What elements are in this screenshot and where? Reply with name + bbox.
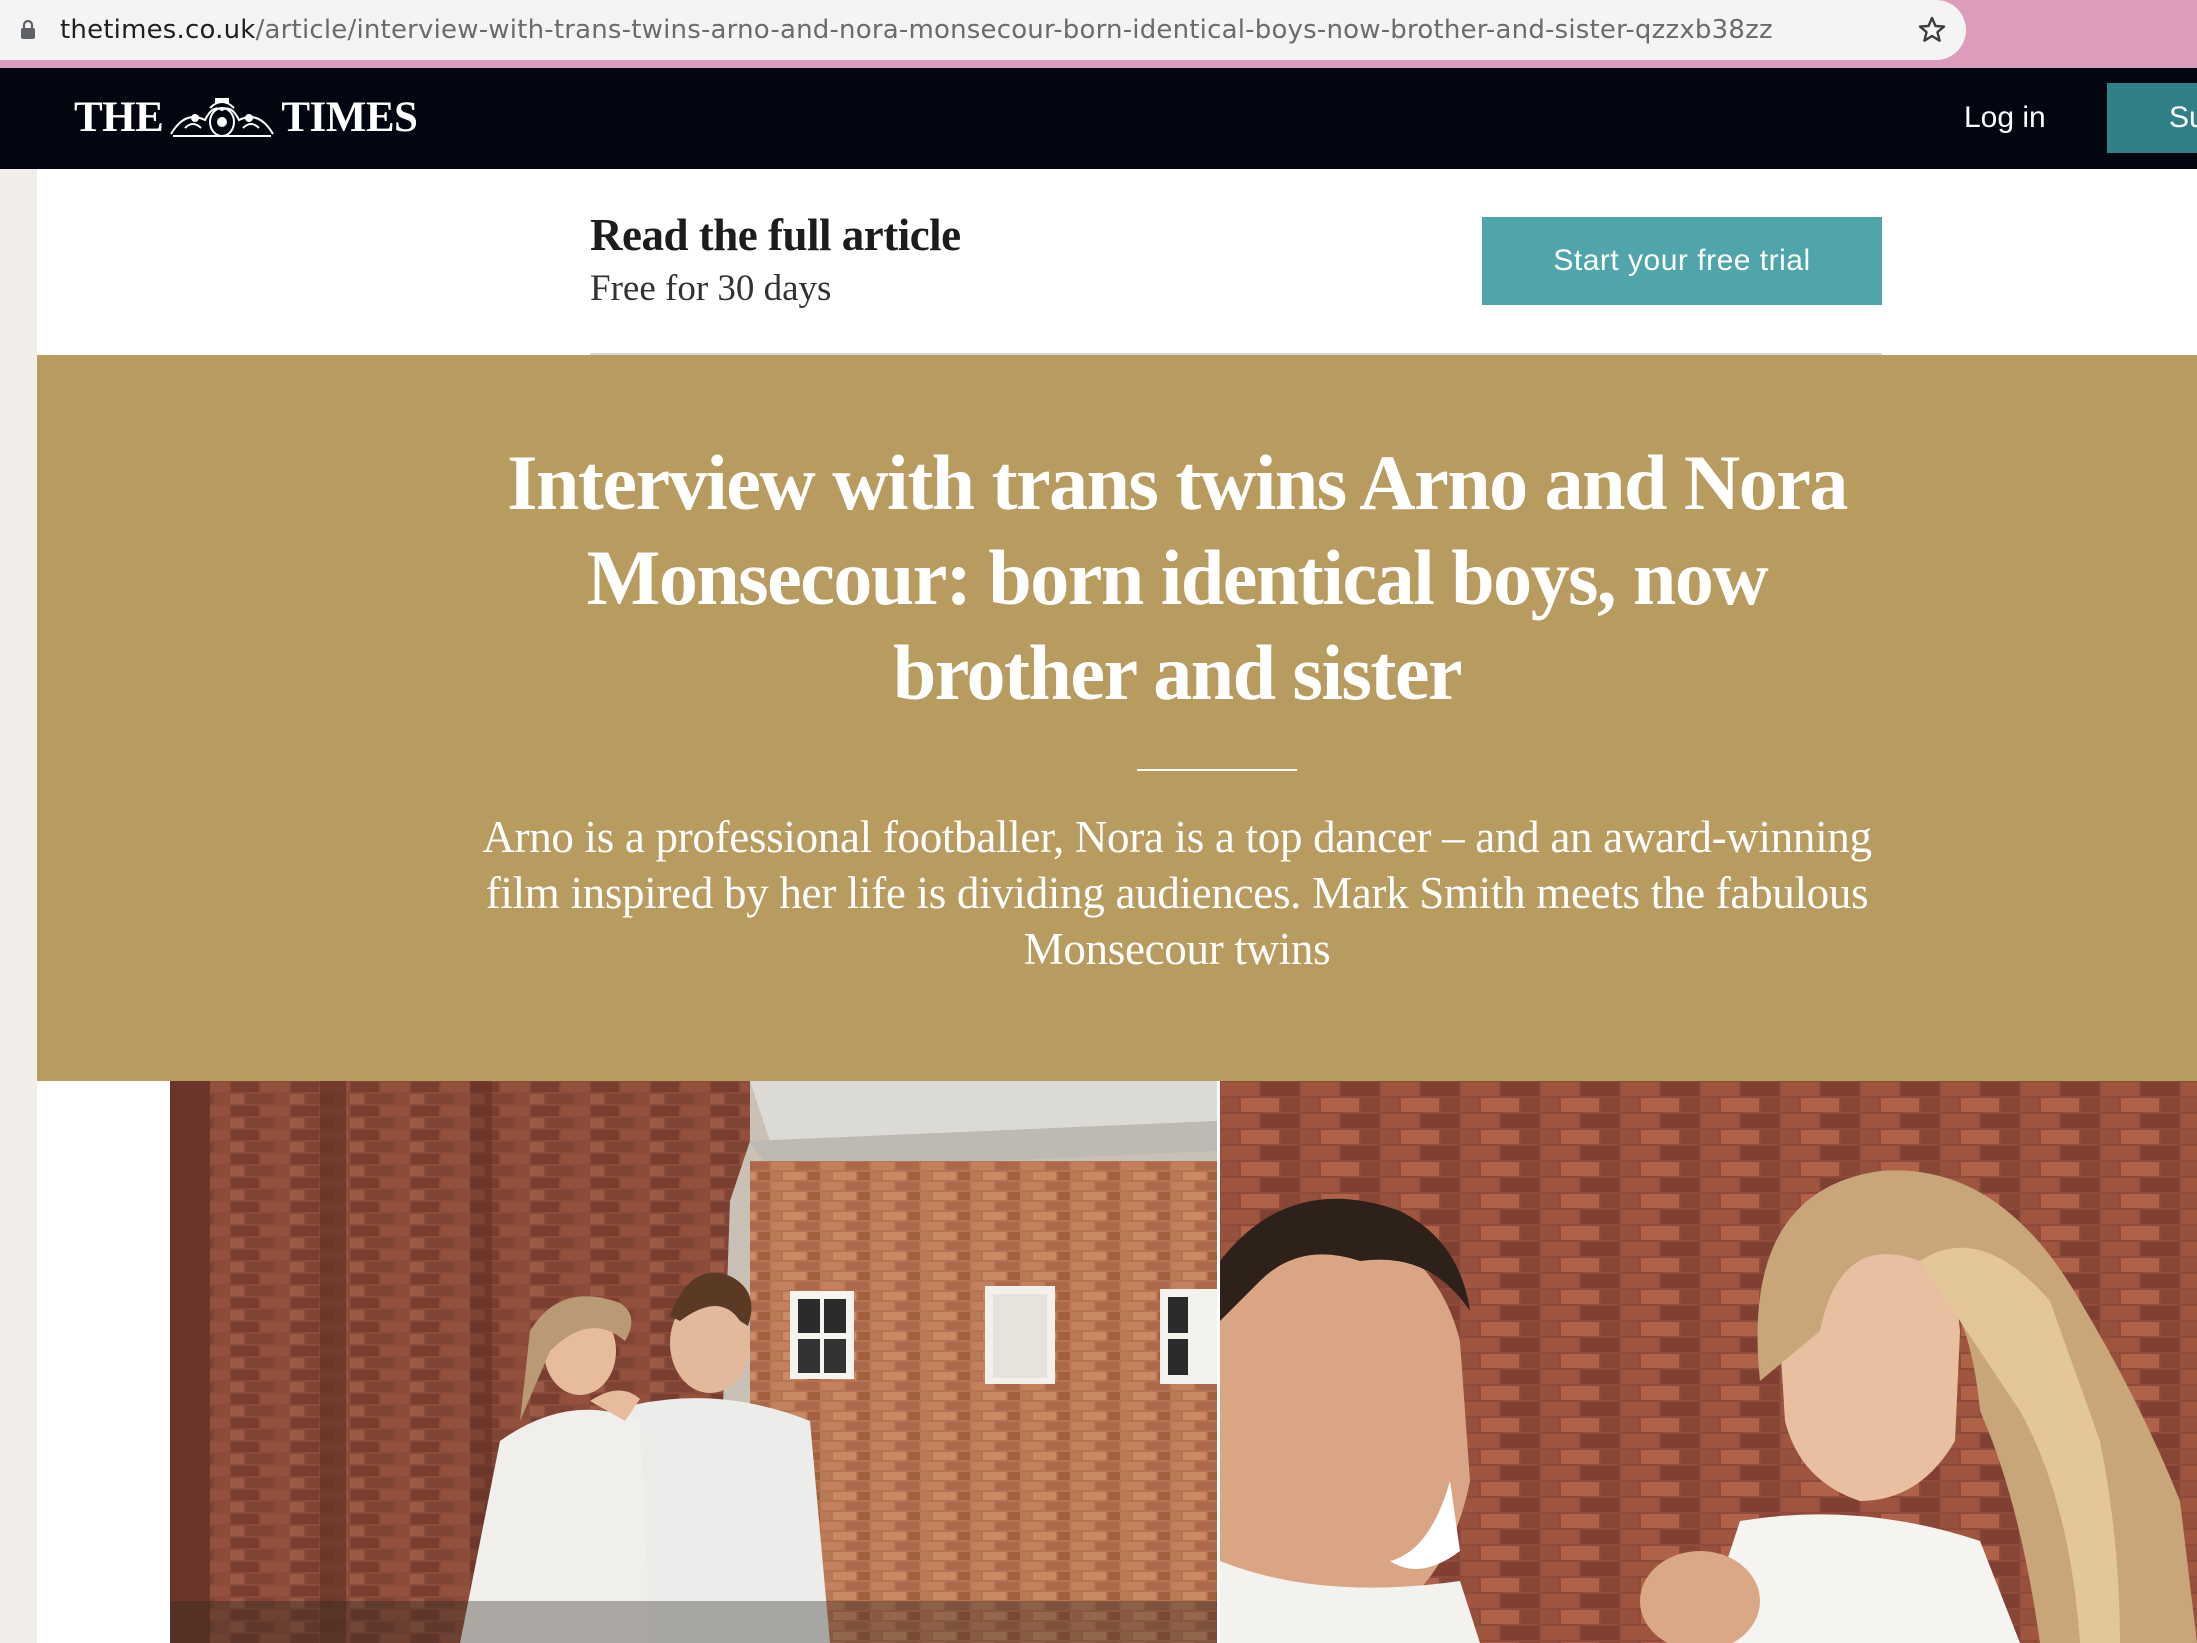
bookmark-star-icon[interactable] [1916,14,1948,46]
browser-toolbar: thetimes.co.uk/article/interview-with-tr… [0,0,2197,68]
article-standfirst: Arno is a professional footballer, Nora … [482,812,1872,974]
times-logo[interactable]: THE TIMES [74,90,418,146]
address-bar[interactable]: thetimes.co.uk/article/interview-with-tr… [0,0,1966,60]
headline-rule [1137,769,1297,771]
paywall-banner: Read the full article Free for 30 days S… [37,169,2197,355]
lock-icon [21,20,35,39]
article-headline: Interview with trans twins Arno and Nora… [507,439,1848,716]
twins-photo-closeup [1220,1081,2197,1643]
article-images [37,1081,2197,1643]
url-path: /article/interview-with-trans-twins-arno… [255,15,1773,45]
start-free-trial-button[interactable]: Start your free trial [1482,217,1882,305]
paywall-title: Read the full article [590,210,961,260]
paywall-subtitle: Free for 30 days [590,268,832,309]
twins-photo-wide [170,1081,1217,1643]
url-host: thetimes.co.uk [60,15,256,45]
subscribe-button[interactable]: Su [2107,83,2197,153]
logo-word-the: THE [74,94,164,141]
page-margin [0,169,37,1643]
login-link[interactable]: Log in [1964,98,2046,138]
times-crest-icon [170,98,275,137]
logo-word-times: TIMES [281,94,418,141]
url-text[interactable]: thetimes.co.uk/article/interview-with-tr… [60,12,1773,48]
article-hero: Interview with trans twins Arno and Nora… [37,355,2197,1081]
site-header: THE TIMES Log in Su [0,68,2197,169]
